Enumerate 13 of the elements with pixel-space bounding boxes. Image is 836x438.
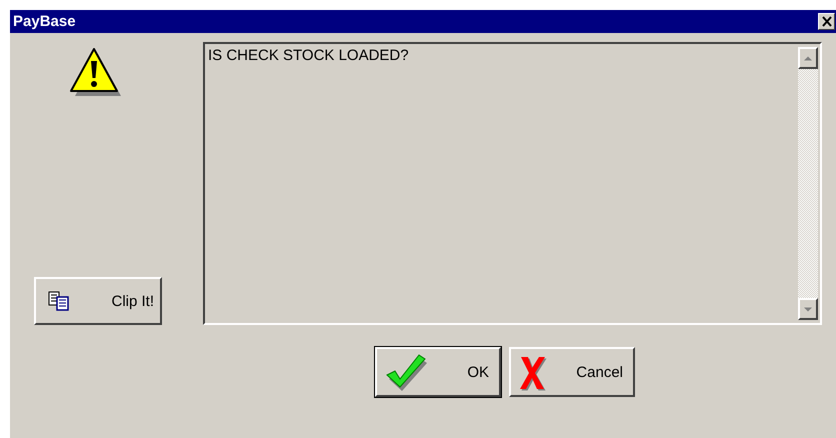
down-arrow-icon <box>804 306 812 312</box>
clip-it-button[interactable]: Clip It! <box>34 277 162 325</box>
window-title: PayBase <box>13 13 76 30</box>
up-arrow-icon <box>804 56 812 60</box>
cancel-button[interactable]: Cancel <box>509 347 635 397</box>
ok-button[interactable]: OK <box>375 347 501 397</box>
message-text: IS CHECK STOCK LOADED? <box>207 46 410 66</box>
close-icon <box>820 16 832 27</box>
scroll-down-button[interactable] <box>798 298 818 320</box>
scroll-up-button[interactable] <box>798 47 818 69</box>
copy-icon <box>48 291 70 311</box>
close-button[interactable] <box>818 13 835 30</box>
scroll-bar[interactable] <box>798 47 818 320</box>
